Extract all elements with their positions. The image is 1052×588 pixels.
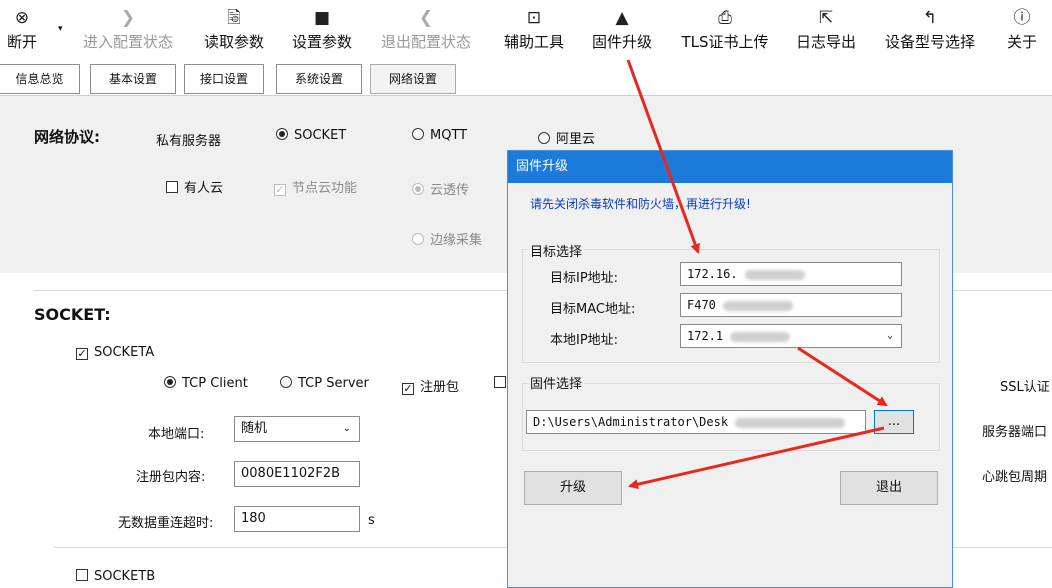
upgrade-button[interactable]: 升级 [524, 471, 622, 505]
toolbar: ⊗ 断开 ▾ ❯ 进入配置状态 🗟 读取参数 ■ 设置参数 ❮ 退出配置状态 ⊡… [0, 0, 1052, 62]
reconnect-timeout-input[interactable]: 180 [234, 506, 360, 532]
redacted-blur [744, 269, 805, 280]
radio-icon [280, 376, 292, 388]
radio-selected-icon [164, 376, 176, 388]
socketb-checkbox[interactable]: SOCKETB [76, 569, 155, 584]
firmware-group-label: 固件选择 [528, 373, 585, 392]
radio-icon [538, 132, 550, 144]
save-icon: ■ [313, 8, 331, 28]
log-export-button[interactable]: ⇱ 日志导出 [786, 6, 866, 60]
chevron-down-icon: ⌄ [886, 330, 893, 341]
disconnect-button[interactable]: ⊗ 断开 [2, 6, 42, 60]
tcp-server-radio[interactable]: TCP Server [280, 376, 369, 391]
browse-button[interactable]: ... [874, 410, 914, 434]
redacted-blur [723, 300, 794, 311]
tab-overview[interactable]: 信息总览 [0, 64, 80, 94]
local-port-label: 本地端口: [148, 427, 205, 442]
server-port-label: 服务器端口 [982, 425, 1048, 440]
about-button[interactable]: ⓘ 关于 [1000, 6, 1044, 60]
dropdown-caret-icon[interactable]: ▾ [58, 24, 63, 34]
tools-icon: ⊡ [526, 8, 542, 28]
device-model-button[interactable]: ↰ 设备型号选择 [874, 6, 986, 60]
checkbox-icon [494, 376, 506, 388]
tab-system-settings[interactable]: 系统设置 [276, 64, 362, 94]
close-circle-icon: ⊗ [14, 8, 30, 28]
checkbox-checked-icon: ✓ [274, 183, 286, 196]
export-icon: ⇱ [818, 8, 834, 28]
redacted-blur [730, 331, 791, 342]
local-port-select[interactable]: 随机 ⌄ [234, 416, 360, 442]
firmware-upgrade-dialog: 固件升级 请先关闭杀毒软件和防火墙，再进行升级! 目标选择 目标IP地址: 17… [507, 150, 953, 588]
target-group-label: 目标选择 [528, 241, 585, 260]
checkbox-icon [76, 569, 88, 581]
mqtt-radio[interactable]: MQTT [412, 128, 467, 143]
firmware-path-input[interactable]: D:\Users\Administrator\Desk [526, 410, 866, 434]
edge-collect-radio[interactable]: 边缘采集 [412, 229, 482, 248]
radio-icon [412, 128, 424, 140]
socketa-checkbox[interactable]: ✓ SOCKETA [76, 345, 154, 360]
aux-tools-button[interactable]: ⊡ 辅助工具 [494, 6, 574, 60]
youren-cloud-checkbox[interactable]: 有人云 [166, 177, 223, 196]
target-ip-input[interactable]: 172.16. [680, 262, 902, 286]
register-content-label: 注册包内容: [136, 470, 206, 485]
set-params-button[interactable]: ■ 设置参数 [282, 6, 362, 60]
reconnect-unit: s [368, 513, 375, 528]
tab-basic-settings[interactable]: 基本设置 [90, 64, 176, 94]
node-cloud-checkbox[interactable]: ✓ 节点云功能 [274, 177, 357, 196]
local-ip-label: 本地IP地址: [550, 333, 619, 348]
info-icon: ⓘ [1013, 8, 1031, 28]
socket-radio[interactable]: SOCKET [276, 128, 346, 143]
dialog-title: 固件升级 [508, 151, 952, 183]
reply-arrow-icon: ↰ [922, 8, 938, 28]
read-params-icon: 🗟 [227, 8, 241, 28]
enter-config-button[interactable]: ❯ 进入配置状态 [72, 6, 184, 60]
checkbox-checked-icon: ✓ [402, 382, 414, 395]
redacted-blur [735, 417, 846, 428]
tab-network-settings[interactable]: 网络设置 [370, 64, 456, 94]
ssl-auth-label: SSL认证 [1000, 380, 1050, 395]
target-mac-label: 目标MAC地址: [550, 302, 636, 317]
firmware-upgrade-button[interactable]: ▲ 固件升级 [582, 6, 662, 60]
radio-selected-icon [276, 128, 288, 140]
network-protocol-title: 网络协议: [34, 128, 100, 146]
register-packet-checkbox[interactable]: ✓ 注册包 [402, 376, 459, 395]
exit-config-button[interactable]: ❮ 退出配置状态 [370, 6, 482, 60]
reconnect-timeout-label: 无数据重连超时: [118, 516, 214, 531]
target-mac-input[interactable]: F470 [680, 293, 902, 317]
chevron-down-icon: ⌄ [342, 423, 351, 434]
tls-upload-button[interactable]: ⎙ TLS证书上传 [670, 6, 780, 60]
register-content-input[interactable]: 0080E1102F2B [234, 461, 360, 487]
heartbeat-label: 心跳包周期 [982, 470, 1048, 485]
rocket-icon: ▲ [615, 8, 629, 28]
tab-bar: 信息总览 基本设置 接口设置 系统设置 网络设置 [0, 62, 1052, 96]
tab-interface-settings[interactable]: 接口设置 [184, 64, 264, 94]
certificate-icon: ⎙ [718, 8, 732, 28]
target-ip-label: 目标IP地址: [550, 271, 619, 286]
private-server-label: 私有服务器 [156, 134, 222, 149]
checkbox-icon [166, 181, 178, 193]
chevron-right-icon: ❯ [120, 8, 136, 28]
socket-section-title: SOCKET: [34, 305, 111, 324]
warning-message: 请先关闭杀毒软件和防火墙，再进行升级! [530, 197, 751, 211]
aliyun-radio[interactable]: 阿里云 [538, 128, 595, 147]
cloud-passthrough-radio[interactable]: 云透传 [412, 179, 469, 198]
checkbox-checked-icon: ✓ [76, 347, 88, 360]
chevron-left-icon: ❮ [418, 8, 434, 28]
local-ip-select[interactable]: 172.1 ⌄ [680, 324, 902, 348]
read-params-button[interactable]: 🗟 读取参数 [194, 6, 274, 60]
tcp-client-radio[interactable]: TCP Client [164, 376, 248, 391]
exit-button[interactable]: 退出 [840, 471, 938, 505]
radio-icon [412, 233, 424, 245]
radio-selected-icon [412, 183, 424, 195]
